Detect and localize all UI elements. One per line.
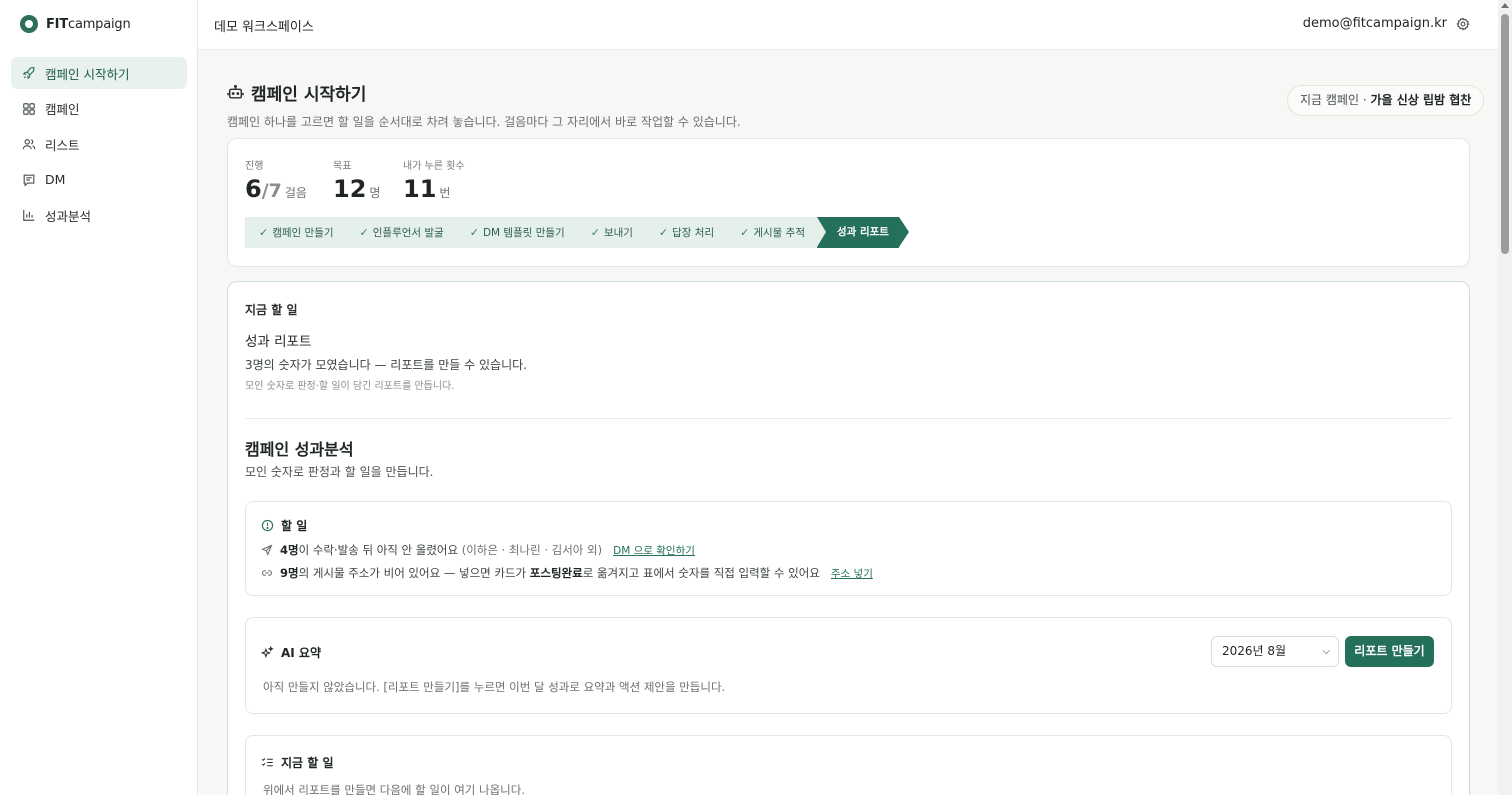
add-url-link[interactable]: 주소 넣기 — [831, 566, 873, 581]
bar-chart-icon — [23, 209, 35, 221]
step-reply-handling[interactable]: ✓ 답장 처리 — [644, 217, 727, 248]
alert-circle-icon — [261, 519, 274, 532]
stat-label: 내가 누른 횟수 — [403, 161, 465, 172]
robot-icon — [227, 84, 244, 99]
check-icon: ✓ — [590, 226, 600, 239]
sidebar-item-campaign[interactable]: 캠페인 — [11, 93, 187, 125]
step-post-tracking[interactable]: ✓ 게시물 추적 — [726, 217, 817, 248]
link-icon — [261, 570, 273, 576]
check-icon: ✓ — [740, 226, 750, 239]
step-progress-bar: ✓ 캠페인 만들기 ✓ 인플루언서 발굴 ✓ DM 템플릿 만들기 ✓ 보내기 ✓ 답장 … — [245, 217, 909, 248]
sidebar-item-label: 리스트 — [45, 137, 80, 153]
month-select[interactable]: 2026년 8월 ⌵ — [1211, 636, 1339, 667]
step-influencer-discovery[interactable]: ✓ 인플루언서 발굴 — [345, 217, 456, 248]
sidebar-item-list[interactable]: 리스트 — [11, 128, 187, 160]
stat-clicks: 내가 누른 횟수 11 번 — [403, 157, 465, 203]
current-task-title: 성과 리포트 — [245, 334, 312, 350]
stat-label: 진행 — [245, 161, 264, 172]
rocket-icon — [22, 67, 35, 80]
workspace-name[interactable]: 데모 워크스페이스 — [214, 16, 314, 35]
sidebar-item-label: 성과분석 — [45, 208, 92, 224]
next-task-desc: 위에서 리포트를 만들면 다음에 할 일이 여기 나옵니다. — [263, 783, 526, 795]
todo-row-missing-url: 9명의 게시물 주소가 비어 있어요 — 넣으면 카드가 포스팅완료로 옮겨지고… — [261, 565, 873, 581]
page-title: 캠페인 시작하기 — [227, 80, 741, 105]
current-task-note: 모인 숫자로 판정·할 일이 담긴 리포트를 만듭니다. — [245, 381, 455, 392]
current-task-desc: 3명의 숫자가 모였습니다 — 리포트를 만들 수 있습니다. — [245, 358, 527, 372]
chevron-down-icon: ⌵ — [1322, 646, 1330, 657]
check-icon: ✓ — [469, 226, 479, 239]
stat-value: 12 명 — [333, 175, 381, 203]
sidebar-item-analytics[interactable]: 성과분석 — [11, 199, 187, 231]
sparkles-icon — [261, 646, 274, 659]
todo-card-header: 할 일 — [261, 517, 307, 534]
next-task-card: 지금 할 일 위에서 리포트를 만들면 다음에 할 일이 여기 나옵니다. — [245, 735, 1452, 795]
step-campaign-create[interactable]: ✓ 캠페인 만들기 — [245, 217, 346, 248]
stat-label: 목표 — [333, 161, 352, 172]
todo-card: 할 일 4명이 수락·발송 뒤 아직 안 올렸어요 (이하은 · 최나린 · 김… — [245, 501, 1452, 596]
gear-icon[interactable] — [1456, 17, 1470, 31]
analysis-title: 캠페인 성과분석 — [245, 440, 354, 459]
stat-goal: 목표 12 명 — [333, 157, 380, 203]
send-icon — [261, 544, 273, 556]
scroll-thumb[interactable] — [1501, 14, 1509, 254]
page-scrollbar[interactable] — [1498, 0, 1512, 795]
check-icon: ✓ — [658, 226, 669, 239]
ai-summary-card: AI 요약 2026년 8월 ⌵ 리포트 만들기 아직 만들지 않았습니다. [리… — [245, 617, 1452, 714]
brand-logo[interactable]: FITcampaign — [20, 15, 131, 33]
ai-summary-header: AI 요약 — [261, 644, 321, 661]
create-report-button[interactable]: 리포트 만들기 — [1345, 636, 1434, 667]
topbar: 데모 워크스페이스 demo@fitcampaign.kr — [198, 0, 1498, 50]
next-task-header: 지금 할 일 — [261, 754, 334, 771]
sidebar-nav: 캠페인 시작하기 캠페인 리스트 DM 성과분석 — [11, 57, 187, 235]
analysis-subtitle: 모인 숫자로 판정과 할 일을 만듭니다. — [245, 465, 434, 479]
page-title-text: 캠페인 시작하기 — [251, 85, 367, 105]
stat-progress: 진행 6/7 걸음 — [245, 157, 307, 203]
stat-value: 11 번 — [403, 175, 451, 203]
current-campaign-badge[interactable]: 지금 캠페인 · 가을 신상 립밤 협찬 — [1287, 85, 1485, 116]
current-task-card: 지금 할 일 성과 리포트 3명의 숫자가 모였습니다 — 리포트를 만들 수 … — [227, 281, 1470, 795]
current-campaign-name: 가을 신상 립밤 협찬 — [1370, 93, 1472, 107]
progress-card: 진행 6/7 걸음 목표 12 명 내가 누른 횟수 11 번 ✓ 캠페인 만들기 ✓ 인… — [227, 138, 1470, 267]
scroll-up-arrow-icon[interactable] — [1501, 3, 1509, 8]
stat-value: 6/7 걸음 — [245, 175, 307, 203]
ai-summary-desc: 아직 만들지 않았습니다. [리포트 만들기]를 누르면 이번 달 성과로 요약… — [263, 680, 726, 694]
page-subtitle: 캠페인 하나를 고르면 할 일을 순서대로 차려 놓습니다. 걸음마다 그 자리… — [227, 115, 741, 129]
step-send[interactable]: ✓ 보내기 — [576, 217, 645, 248]
sidebar-item-label: 캠페인 — [45, 102, 80, 117]
check-icon: ✓ — [259, 226, 269, 239]
brand-name: FITcampaign — [46, 16, 131, 32]
list-check-icon — [261, 758, 273, 767]
grid-icon — [23, 102, 35, 115]
sidebar: FITcampaign 캠페인 시작하기 캠페인 리스트 DM 성과분석 — [0, 0, 198, 795]
user-email[interactable]: demo@fitcampaign.kr — [1303, 16, 1447, 31]
todo-row-unposted: 4명이 수락·발송 뒤 아직 안 올렸어요 (이하은 · 최나린 · 김서아 외… — [261, 542, 695, 558]
divider — [245, 418, 1452, 419]
sidebar-item-label: 캠페인 시작하기 — [45, 66, 130, 82]
step-dm-template[interactable]: ✓ DM 템플릿 만들기 — [455, 217, 577, 248]
page-header: 캠페인 시작하기 캠페인 하나를 고르면 할 일을 순서대로 차려 놓습니다. … — [227, 80, 741, 130]
current-campaign-label: 지금 캠페인 · — [1300, 93, 1371, 107]
sidebar-item-label: DM — [45, 172, 66, 187]
current-task-label: 지금 할 일 — [245, 303, 298, 317]
sidebar-item-dm[interactable]: DM — [11, 164, 187, 196]
logo-icon — [20, 15, 38, 33]
step-performance-report[interactable]: 성과 리포트 — [816, 217, 909, 248]
check-icon: ✓ — [359, 226, 369, 239]
dm-check-link[interactable]: DM 으로 확인하기 — [613, 543, 695, 558]
sidebar-item-campaign-start[interactable]: 캠페인 시작하기 — [11, 57, 187, 89]
users-icon — [22, 139, 36, 150]
message-icon — [23, 174, 35, 186]
